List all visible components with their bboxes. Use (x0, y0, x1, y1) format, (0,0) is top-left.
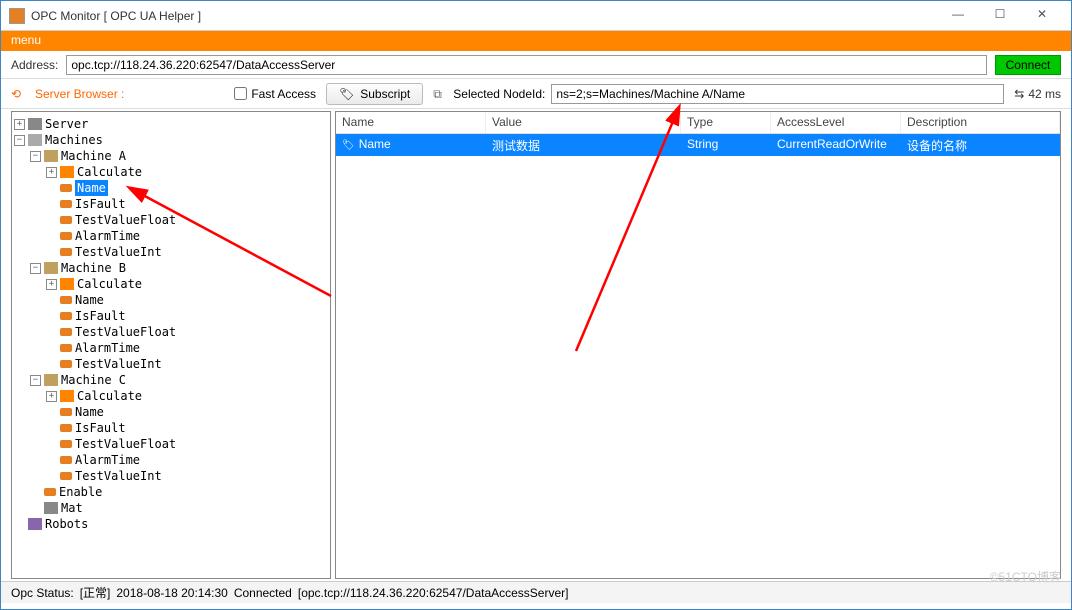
refresh-icon[interactable]: ⟲ (11, 87, 25, 101)
col-desc[interactable]: Description (901, 112, 1060, 133)
tree-node-testvaluefloat-b[interactable]: TestValueFloat (14, 324, 328, 340)
fast-access-checkbox[interactable] (234, 87, 247, 100)
maximize-button[interactable]: ☐ (979, 4, 1021, 28)
col-type[interactable]: Type (681, 112, 771, 133)
watermark: ©51CTO博客 (990, 568, 1061, 585)
address-input[interactable] (66, 55, 987, 75)
data-grid[interactable]: Name Value Type AccessLevel Description … (335, 111, 1061, 579)
tree-node-enable[interactable]: Enable (14, 484, 328, 500)
status-time: 2018-08-18 20:14:30 (116, 586, 227, 600)
tree-node-machine-a[interactable]: −Machine A (14, 148, 328, 164)
status-endpoint: [opc.tcp://118.24.36.220:62547/DataAcces… (298, 586, 569, 600)
tree-node-isfault-a[interactable]: IsFault (14, 196, 328, 212)
address-bar: Address: Connect (1, 51, 1071, 79)
title-bar: OPC Monitor [ OPC UA Helper ] — ☐ ✕ (1, 1, 1071, 31)
selected-nodeid-input[interactable] (551, 84, 1004, 104)
col-access[interactable]: AccessLevel (771, 112, 901, 133)
tree-node-calculate-a[interactable]: +Calculate (14, 164, 328, 180)
tree-node-robots[interactable]: Robots (14, 516, 328, 532)
col-value[interactable]: Value (486, 112, 681, 133)
tree-node-testvaluefloat-c[interactable]: TestValueFloat (14, 436, 328, 452)
selected-nodeid-label: Selected NodeId: (453, 87, 545, 101)
grid-row[interactable]: Name 测试数据 String CurrentReadOrWrite 设备的名… (336, 134, 1060, 156)
tree-node-name-b[interactable]: Name (14, 292, 328, 308)
tree-node-testvalueint-c[interactable]: TestValueInt (14, 468, 328, 484)
share-icon: ⇆ (1014, 87, 1024, 101)
tree-node-isfault-c[interactable]: IsFault (14, 420, 328, 436)
tree-node-testvalueint-b[interactable]: TestValueInt (14, 356, 328, 372)
server-browser-label: Server Browser : (35, 87, 124, 101)
close-button[interactable]: ✕ (1021, 4, 1063, 28)
tree-node-calculate-c[interactable]: +Calculate (14, 388, 328, 404)
fast-access-label: Fast Access (251, 87, 316, 101)
tree-node-testvaluefloat-a[interactable]: TestValueFloat (14, 212, 328, 228)
tree-node-name-c[interactable]: Name (14, 404, 328, 420)
grid-header: Name Value Type AccessLevel Description (336, 112, 1060, 134)
toolbar: ⟲ Server Browser : Fast Access 🏷 Subscri… (1, 79, 1071, 109)
tag-icon: 🏷 (339, 87, 354, 101)
tree-node-alarmtime-a[interactable]: AlarmTime (14, 228, 328, 244)
tree-node-testvalueint-a[interactable]: TestValueInt (14, 244, 328, 260)
status-conn: Connected (234, 586, 292, 600)
address-label: Address: (11, 58, 58, 72)
latency-value: 42 ms (1028, 87, 1061, 101)
app-icon (9, 8, 25, 24)
tree-node-alarmtime-c[interactable]: AlarmTime (14, 452, 328, 468)
tree-node-machine-c[interactable]: −Machine C (14, 372, 328, 388)
menu-bar[interactable]: menu (1, 31, 1071, 51)
col-name[interactable]: Name (336, 112, 486, 133)
tree-node-machine-b[interactable]: −Machine B (14, 260, 328, 276)
status-label: Opc Status: (11, 586, 74, 600)
menu-label[interactable]: menu (11, 33, 41, 47)
tree-node-machines[interactable]: −Machines (14, 132, 328, 148)
tree-node-name-a[interactable]: Name (14, 180, 328, 196)
status-state: [正常] (80, 584, 111, 601)
status-bar: Opc Status: [正常] 2018-08-18 20:14:30 Con… (1, 581, 1071, 603)
subscript-button[interactable]: 🏷 Subscript (326, 83, 423, 105)
tree-node-isfault-b[interactable]: IsFault (14, 308, 328, 324)
tree-pane[interactable]: +Server −Machines −Machine A +Calculate … (11, 111, 331, 579)
tree-node-mat[interactable]: Mat (14, 500, 328, 516)
tree-node-calculate-b[interactable]: +Calculate (14, 276, 328, 292)
window-title: OPC Monitor [ OPC UA Helper ] (31, 9, 937, 23)
connect-button[interactable]: Connect (995, 55, 1061, 75)
tree-node-server[interactable]: +Server (14, 116, 328, 132)
minimize-button[interactable]: — (937, 4, 979, 28)
tree-node-alarmtime-b[interactable]: AlarmTime (14, 340, 328, 356)
copy-icon[interactable]: ⧉ (433, 87, 447, 101)
